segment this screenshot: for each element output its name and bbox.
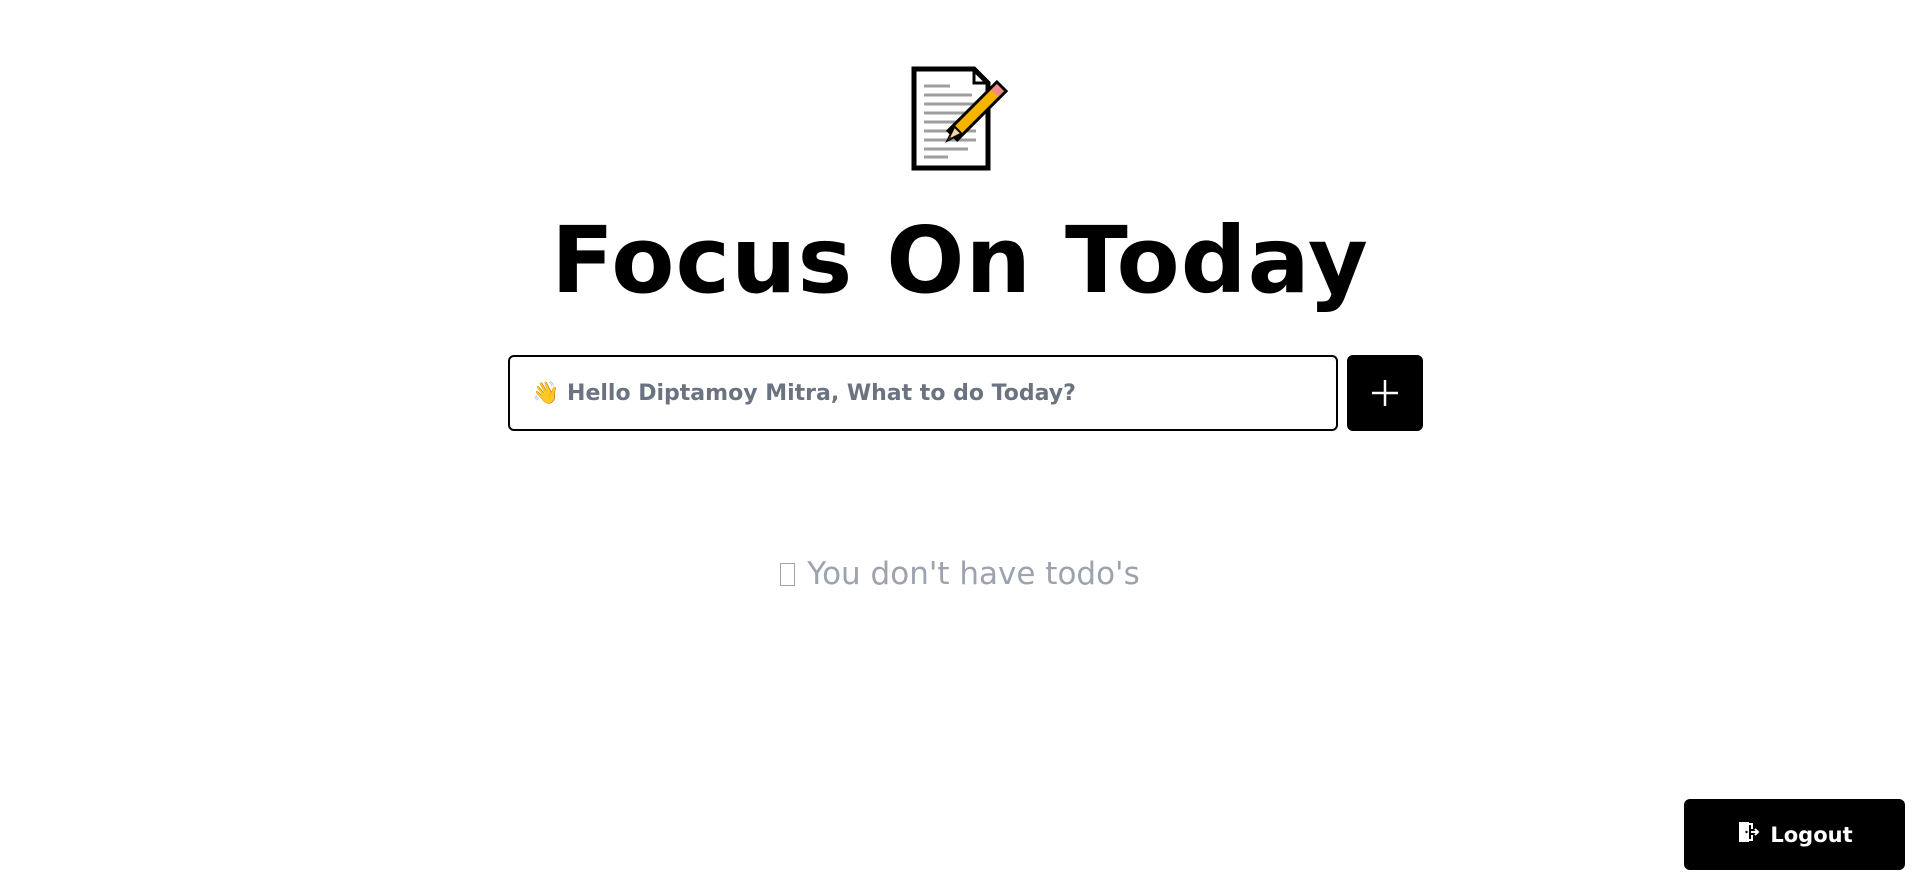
logout-button[interactable]: Logout [1684,799,1905,870]
todo-app-page: Focus On Today You don't have todo's [0,0,1920,884]
memo-pencil-icon [908,66,1016,172]
add-todo-button[interactable] [1347,355,1423,431]
empty-message: You don't have todo's [807,556,1140,592]
logout-label: Logout [1770,822,1853,847]
plus-icon [1347,378,1423,408]
missing-glyph-icon [780,563,796,586]
add-todo-form [508,355,1423,431]
door-exit-icon [1736,820,1760,849]
todo-input[interactable] [508,355,1338,431]
page-title: Focus On Today [551,207,1369,314]
empty-todo-list: You don't have todo's [0,556,1920,592]
